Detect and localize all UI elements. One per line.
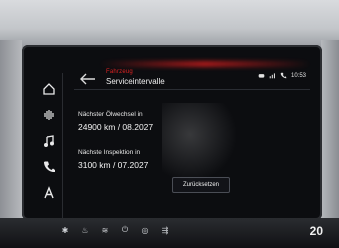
reset-button[interactable]: Zurücksetzen [172,177,230,193]
app-section-label: Fahrzeug [106,69,133,75]
header-divider [74,89,310,90]
radio-icon [44,110,54,120]
climate-controls: ✱ ♨ ≋ ⏻ ◎ ⇶ [60,225,170,235]
oil-change-value: 24900 km / 08.2027 [78,122,154,132]
sidebar-item-radio[interactable] [36,103,62,127]
red-accent-glow [100,61,310,67]
power-icon[interactable]: ⏻ [120,225,130,235]
back-button[interactable] [76,71,100,87]
sidebar-nav [36,73,63,219]
clock: 10:53 [290,72,306,79]
dashboard-bezel-top [0,0,339,48]
inspection-label: Nächste Inspektion in [78,149,141,156]
phone-icon [44,161,55,173]
car-nav-icon [44,186,54,199]
car-icon [258,72,265,79]
sidebar-item-car[interactable] [36,181,62,205]
back-arrow-icon [80,73,95,85]
sidebar-item-music[interactable] [36,129,62,153]
airflow-icon[interactable]: ⇶ [160,225,170,235]
sidebar-item-home[interactable] [36,77,62,101]
seat-heat-icon[interactable]: ♨ [80,225,90,235]
status-bar: 10:53 [258,72,306,79]
home-icon [43,83,55,95]
signal-icon [269,72,276,79]
fan-icon[interactable]: ✱ [60,225,70,235]
steering-heat-icon[interactable]: ◎ [140,225,150,235]
temperature-display: 20 [309,224,323,238]
music-icon [44,135,54,147]
phone-status-icon [280,72,287,79]
page-title: Serviceintervalle [106,77,165,86]
infotainment-screen: Fahrzeug Serviceintervalle 10:53 Nächste… [22,45,322,220]
dashboard-left-trim [0,40,22,240]
inspection-value: 3100 km / 07.2027 [78,160,149,170]
oil-change-label: Nächster Ölwechsel in [78,111,143,118]
dashboard-right-trim [321,40,339,240]
defrost-icon[interactable]: ≋ [100,225,110,235]
sidebar-item-phone[interactable] [36,155,62,179]
